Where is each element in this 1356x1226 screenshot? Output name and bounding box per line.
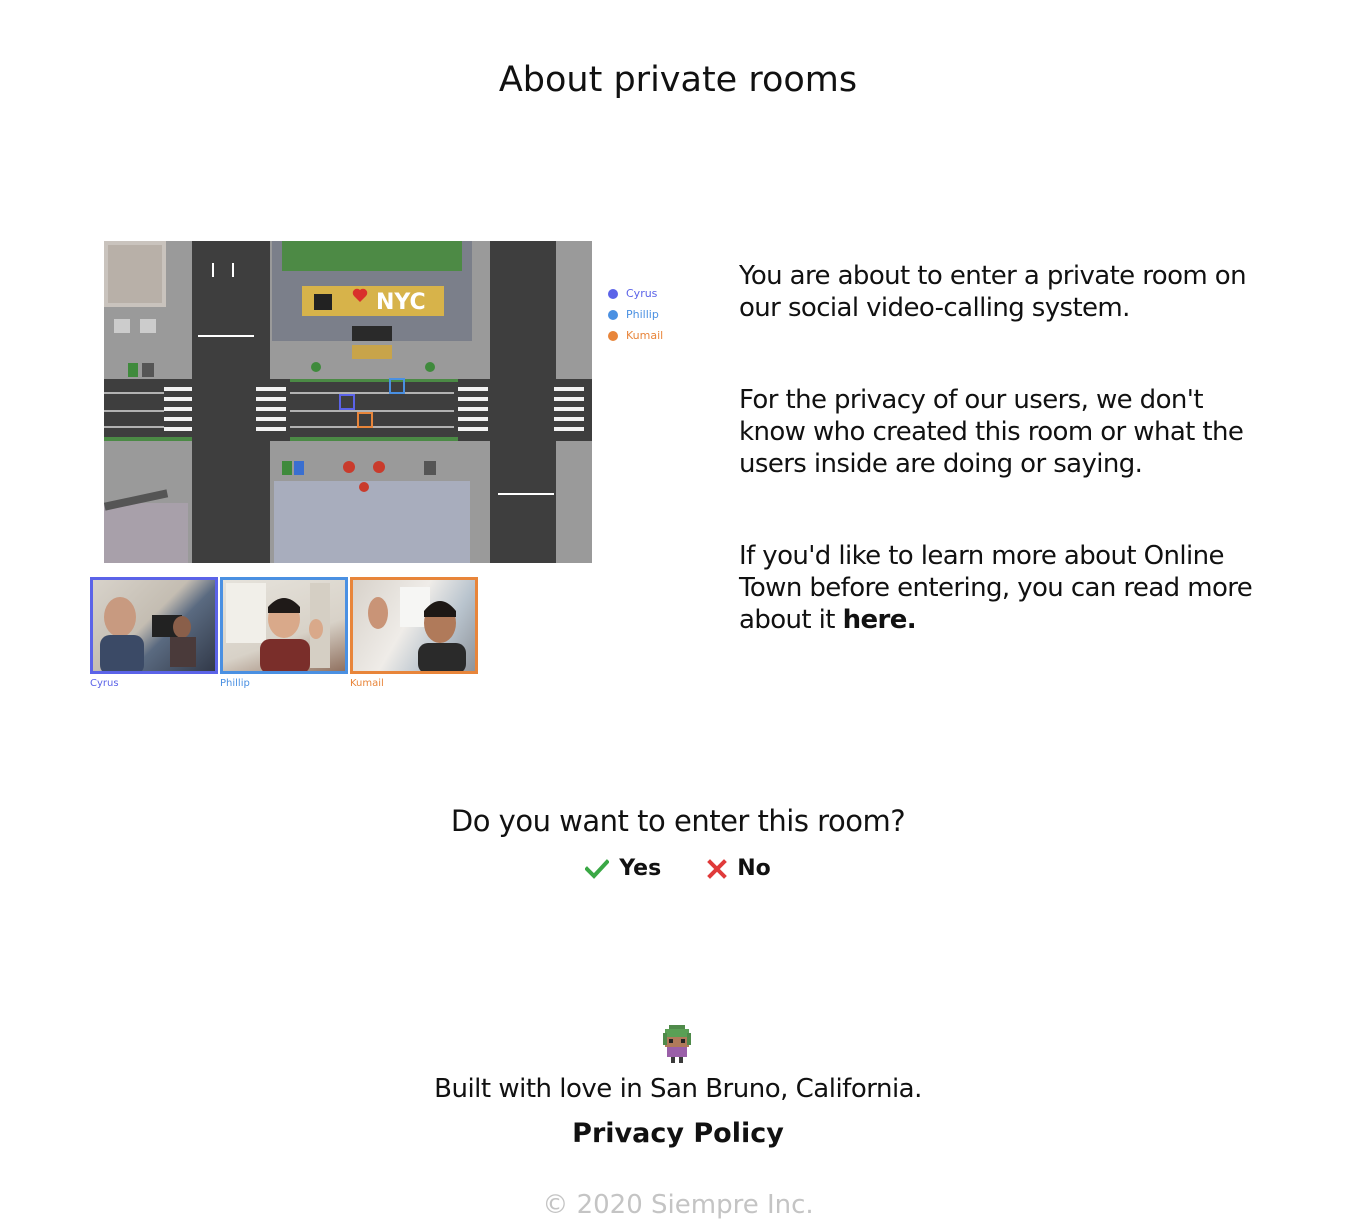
video-tile: Phillip bbox=[220, 577, 348, 689]
legend-label: Kumail bbox=[626, 329, 664, 342]
no-label: No bbox=[737, 856, 771, 881]
intro-paragraph: You are about to enter a private room on… bbox=[739, 261, 1247, 323]
video-label: Kumail bbox=[350, 678, 384, 689]
legend-dot bbox=[608, 309, 618, 320]
learn-more-paragraph: If you'd like to learn more about Online… bbox=[739, 540, 1259, 636]
yes-button[interactable]: Yes bbox=[585, 856, 661, 881]
legend-dot bbox=[608, 288, 618, 299]
legend-label: Cyrus bbox=[626, 287, 658, 300]
x-icon bbox=[707, 858, 728, 879]
video-label: Cyrus bbox=[90, 678, 119, 689]
video-feed-cyrus bbox=[90, 577, 218, 674]
video-strip: Cyrus Phillip Kumail bbox=[90, 577, 478, 689]
choice-buttons: Yes No bbox=[0, 856, 1356, 881]
legend-item: Cyrus bbox=[608, 283, 663, 304]
online-town-illustration: NYC Cyrus Phillip Kumail Cyrus Phillip K… bbox=[88, 238, 688, 698]
copyright: © 2020 Siempre Inc. bbox=[542, 1190, 814, 1220]
yes-label: Yes bbox=[619, 856, 662, 881]
video-tile: Kumail bbox=[350, 577, 478, 689]
legend-label: Phillip bbox=[626, 308, 659, 321]
participant-legend: Cyrus Phillip Kumail bbox=[608, 283, 663, 346]
legend-item: Kumail bbox=[608, 325, 663, 346]
video-feed-kumail bbox=[350, 577, 478, 674]
learn-more-text: If you'd like to learn more about Online… bbox=[739, 541, 1253, 635]
video-label: Phillip bbox=[220, 678, 250, 689]
video-tile: Cyrus bbox=[90, 577, 218, 689]
avatar-sprite-icon bbox=[663, 1025, 691, 1063]
no-button[interactable]: No bbox=[707, 856, 771, 881]
legend-dot bbox=[608, 330, 618, 341]
town-map: NYC bbox=[104, 241, 592, 563]
privacy-paragraph: For the privacy of our users, we don't k… bbox=[739, 385, 1244, 479]
legend-item: Phillip bbox=[608, 304, 663, 325]
learn-more-link[interactable]: here. bbox=[843, 605, 917, 635]
video-feed-phillip bbox=[220, 577, 348, 674]
privacy-policy-link[interactable]: Privacy Policy bbox=[0, 1118, 1356, 1149]
info-text: You are about to enter a private room on… bbox=[739, 260, 1259, 696]
enter-room-question: Do you want to enter this room? bbox=[450, 804, 906, 838]
page-title: About private rooms bbox=[498, 60, 858, 100]
nyc-banner-text: NYC bbox=[376, 290, 426, 315]
checkmark-icon bbox=[585, 858, 610, 879]
built-with-love: Built with love in San Bruno, California… bbox=[434, 1074, 922, 1104]
